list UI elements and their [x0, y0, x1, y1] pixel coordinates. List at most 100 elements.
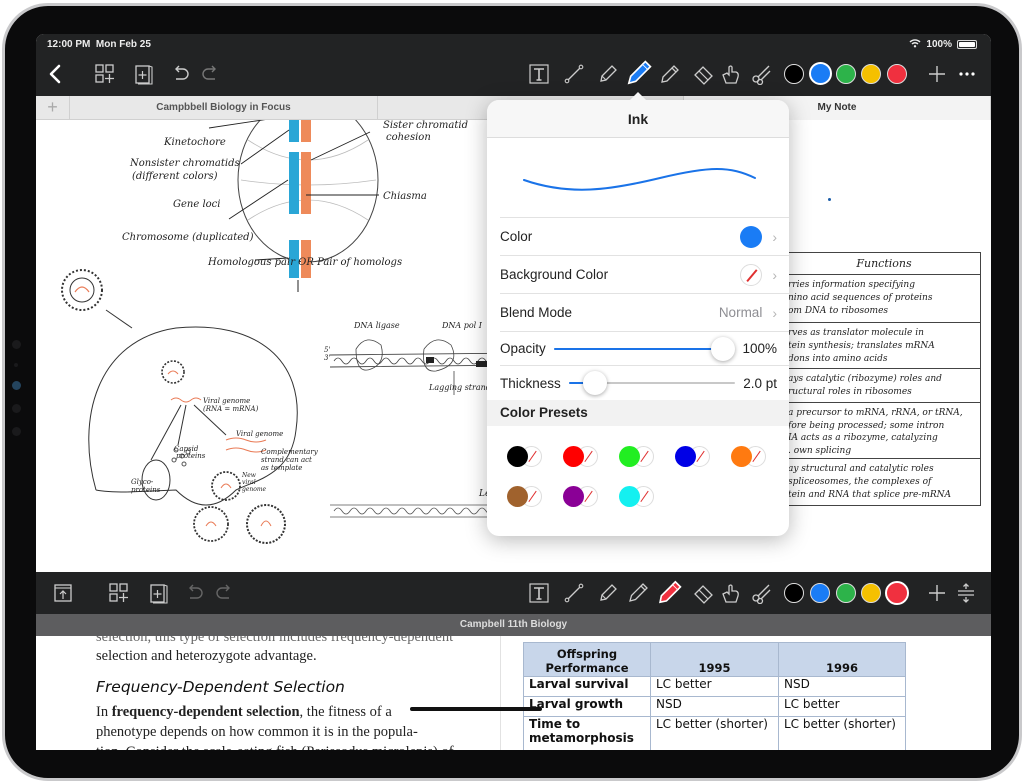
highlighter-icon[interactable]	[657, 62, 681, 86]
pencil-icon[interactable]	[596, 581, 620, 605]
section-heading: Frequency-Dependent Selection	[96, 678, 345, 696]
blend-mode-row[interactable]: Blend Mode Normal ›	[500, 294, 789, 332]
line-icon[interactable]	[562, 581, 586, 605]
color-swatch-black[interactable]	[784, 64, 804, 84]
color-preset[interactable]	[675, 446, 731, 468]
label-gene-loci: Gene loci	[173, 199, 221, 210]
label-rna-mrna: (RNA = mRNA)	[203, 405, 259, 413]
color-swatch-green[interactable]	[836, 64, 856, 84]
table-cell: Larval survival	[523, 676, 651, 697]
bottom-document[interactable]: selection, this type of selection includ…	[36, 636, 991, 750]
color-preset[interactable]	[619, 446, 675, 468]
scissors-icon[interactable]	[749, 581, 773, 605]
color-preset[interactable]	[507, 486, 563, 508]
current-color-swatch	[740, 225, 763, 248]
preset-ink-color	[619, 486, 640, 507]
paragraph-4: tion. Consider the scale-eating fish (Pe…	[96, 742, 506, 750]
add-page-grid-icon[interactable]	[93, 62, 117, 86]
more-icon[interactable]	[955, 62, 979, 86]
opacity-slider[interactable]	[553, 336, 735, 361]
functions-row: rries information specifying nino acid s…	[788, 275, 980, 323]
insert-page-icon[interactable]	[147, 581, 171, 605]
redo-icon[interactable]	[212, 581, 236, 605]
background-color-row[interactable]: Background Color ›	[500, 256, 789, 294]
slider-knob[interactable]	[710, 336, 735, 361]
insert-page-icon[interactable]	[132, 62, 156, 86]
color-row[interactable]: Color ›	[500, 218, 789, 256]
functions-line: ays catalytic (ribozyme) roles and	[788, 374, 942, 384]
new-tab-button[interactable]: +	[36, 96, 70, 120]
export-icon[interactable]	[51, 581, 75, 605]
undo-icon[interactable]	[169, 62, 193, 86]
device-frame: 12:00 PM Mon Feb 25 100% + Campbbell Bio…	[0, 0, 1024, 784]
label-viral-genome-2: Viral genome	[236, 430, 284, 438]
color-swatch-yellow[interactable]	[861, 64, 881, 84]
add-page-grid-icon[interactable]	[107, 581, 131, 605]
tab-campbbell-biology[interactable]: Campbbell Biology in Focus	[70, 96, 378, 120]
color-swatch-green[interactable]	[836, 583, 856, 603]
label-complementary: Complementary	[261, 448, 318, 456]
color-preset[interactable]	[563, 486, 619, 508]
popover-arrow	[629, 92, 647, 101]
text-box-icon[interactable]	[527, 62, 551, 86]
chevron-right-icon: ›	[772, 304, 777, 321]
para2-suffix: , the fitness of a	[299, 704, 392, 720]
text-box-icon[interactable]	[527, 581, 551, 605]
functions-line: tein and RNA that splice pre-mRNA	[788, 490, 952, 500]
hand-pointer-icon[interactable]	[719, 62, 743, 86]
functions-line: IA acts as a ribozyme, catalyzing	[788, 433, 938, 443]
color-presets	[487, 426, 787, 526]
eraser-icon[interactable]	[692, 581, 716, 605]
eraser-icon[interactable]	[692, 62, 716, 86]
table-row: Time to metamorphosis LC better (shorter…	[523, 716, 906, 750]
color-preset[interactable]	[507, 446, 563, 468]
chevron-right-icon: ›	[772, 228, 777, 245]
paragraph-2: In frequency-dependent selection, the fi…	[96, 702, 506, 722]
preset-ink-color	[675, 446, 696, 467]
add-icon[interactable]	[925, 581, 949, 605]
hand-pointer-icon[interactable]	[719, 581, 743, 605]
table-header: Offspring Performance	[523, 642, 651, 677]
highlighter-icon[interactable]	[655, 577, 683, 607]
preset-ink-color	[731, 446, 752, 467]
pen-icon[interactable]	[626, 581, 650, 605]
label-3-prime: 3'	[324, 354, 331, 362]
paragraph-3: phenotype depends on how common it is in…	[96, 724, 418, 740]
table-cell: LC better (shorter)	[650, 716, 779, 750]
label-as-template: as template	[261, 464, 303, 472]
thickness-value: 2.0 pt	[743, 375, 777, 391]
label-different-colors: (different colors)	[132, 171, 218, 182]
para2-prefix: In	[96, 704, 112, 720]
undo-icon[interactable]	[183, 581, 207, 605]
functions-line: om DNA to ribosomes	[788, 306, 889, 316]
split-view-icon[interactable]	[954, 581, 978, 605]
popover-title: Ink	[487, 100, 789, 138]
color-swatch-yellow[interactable]	[861, 583, 881, 603]
color-swatch-blue[interactable]	[810, 583, 830, 603]
scissors-icon[interactable]	[749, 62, 773, 86]
back-chevron-icon[interactable]	[44, 62, 68, 86]
add-icon[interactable]	[925, 62, 949, 86]
redo-icon[interactable]	[198, 62, 222, 86]
color-swatch-blue[interactable]	[809, 62, 832, 85]
home-indicator[interactable]	[410, 707, 542, 711]
offspring-performance-table: Offspring Performance 1995 1996 Larval s…	[523, 642, 906, 750]
date-label: Mon Feb 25	[95, 39, 151, 50]
color-preset[interactable]	[731, 446, 787, 468]
functions-line: a precursor to mRNA, rRNA, or tRNA,	[788, 408, 963, 418]
table-cell: Larval growth	[523, 696, 651, 717]
color-swatch-red[interactable]	[885, 581, 909, 605]
color-preset[interactable]	[619, 486, 675, 508]
color-preset[interactable]	[563, 446, 619, 468]
stroke-preview-line	[523, 168, 756, 191]
thickness-slider[interactable]	[568, 371, 736, 395]
chevron-right-icon: ›	[772, 266, 777, 283]
preset-ink-color	[619, 446, 640, 467]
slider-knob[interactable]	[582, 371, 607, 395]
line-icon[interactable]	[562, 62, 586, 86]
label-chiasma: Chiasma	[383, 191, 427, 202]
color-swatch-red[interactable]	[887, 64, 907, 84]
pen-icon[interactable]	[625, 58, 653, 88]
color-swatch-black[interactable]	[784, 583, 804, 603]
pencil-icon[interactable]	[596, 62, 620, 86]
